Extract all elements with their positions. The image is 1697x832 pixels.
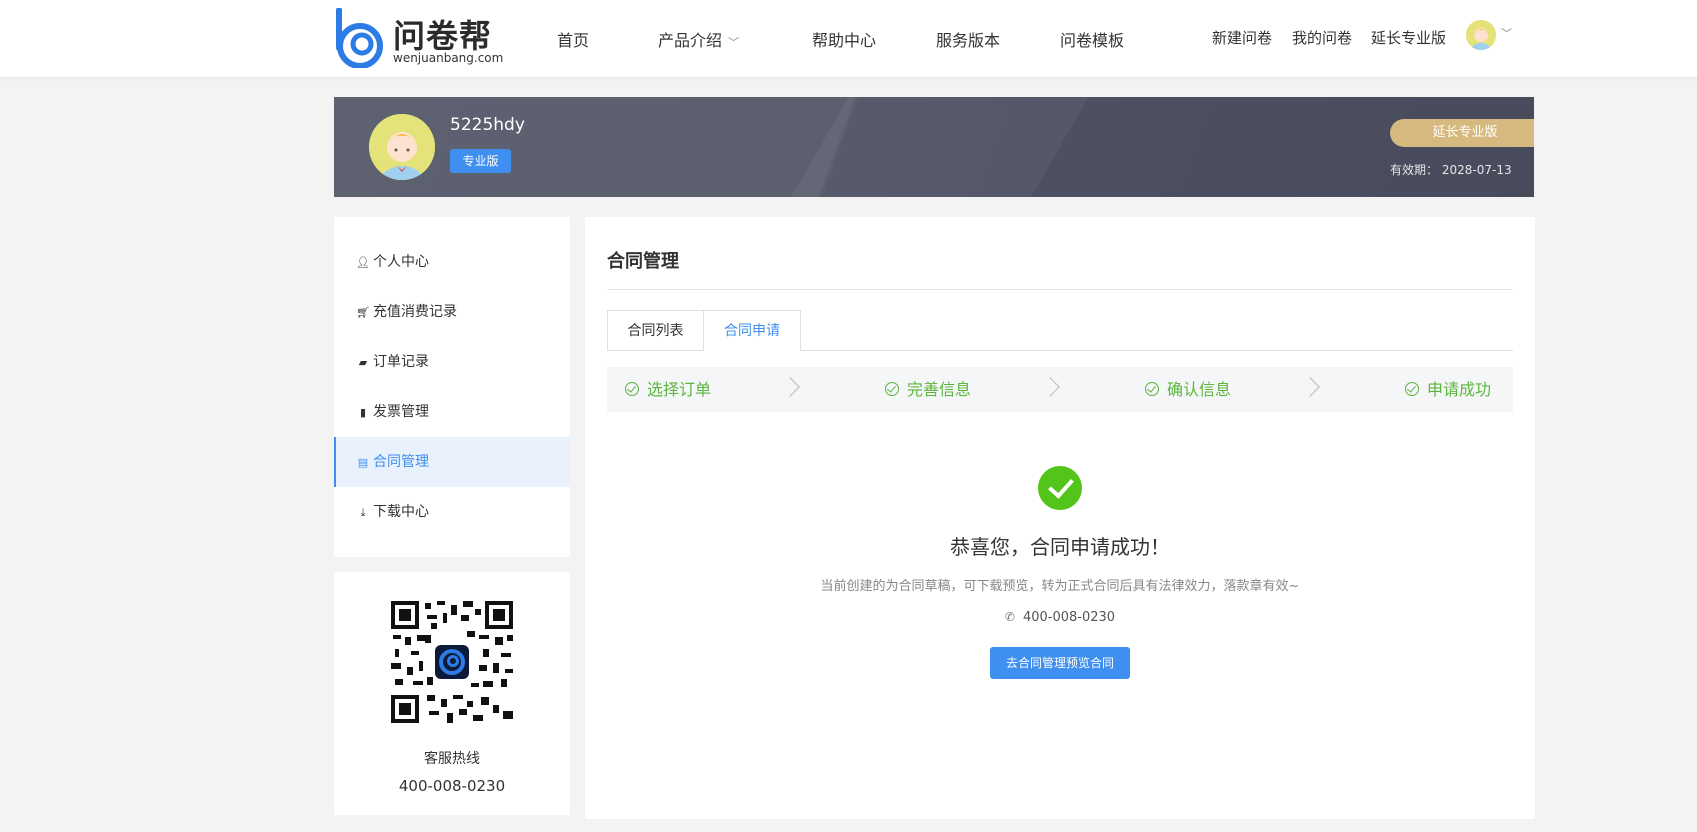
preview-contract-button[interactable]: 去合同管理预览合同 xyxy=(990,647,1130,679)
check-circle-icon xyxy=(625,382,639,396)
new-survey-link[interactable]: 新建问卷 xyxy=(1212,27,1272,48)
sidebar-item-label: 合同管理 xyxy=(373,454,429,470)
customer-service-card: 客服热线 400-008-0230 xyxy=(334,572,570,815)
download-icon: ⤓ xyxy=(360,506,366,519)
nav-service-version[interactable]: 服务版本 xyxy=(936,27,1000,51)
sidebar-item-contract-management[interactable]: ▤ 合同管理 xyxy=(334,437,570,487)
sidebar-item-label: 充值消费记录 xyxy=(373,304,457,320)
extend-pro-link[interactable]: 延长专业版 xyxy=(1371,27,1446,48)
contact-phone-number: 400-008-0230 xyxy=(1022,610,1116,625)
sidebar-item-personal-center[interactable]: 👤︎ 个人中心 xyxy=(334,237,570,287)
extend-pro-button[interactable]: 延长专业版 xyxy=(1390,119,1534,147)
step-label: 确认信息 xyxy=(1167,380,1232,399)
sidebar-item-order-records[interactable]: ▰ 订单记录 xyxy=(334,337,570,387)
logo[interactable]: 问卷帮 wenjuanbang.com xyxy=(333,8,503,68)
cart-icon: 🛒︎ xyxy=(356,306,370,319)
top-header: 问卷帮 wenjuanbang.com 首页 产品介绍 ﹀ 帮助中心 服务版本 问… xyxy=(0,0,1697,77)
logo-icon xyxy=(336,8,383,68)
document-icon: ▤ xyxy=(357,456,369,469)
step-select-order: 选择订单 xyxy=(625,367,711,412)
ticket-icon: ▰ xyxy=(358,356,368,369)
contact-phone: ✆ 400-008-0230 xyxy=(585,610,1535,625)
username: 5225hdy xyxy=(450,115,525,135)
tab-contract-list[interactable]: 合同列表 xyxy=(607,310,704,351)
nav-product-intro-label: 产品介绍 xyxy=(658,31,723,50)
progress-steps: 选择订单 完善信息 确认信息 申请成功 xyxy=(607,367,1513,412)
check-circle-icon xyxy=(1145,382,1159,396)
check-circle-icon xyxy=(1405,382,1419,396)
sidebar-item-label: 下载中心 xyxy=(373,504,429,520)
step-label: 选择订单 xyxy=(647,380,712,399)
nav-home[interactable]: 首页 xyxy=(557,27,589,51)
chevron-down-icon: ﹀ xyxy=(728,36,740,49)
step-apply-success: 申请成功 xyxy=(1405,367,1491,412)
clipboard-icon: ▮ xyxy=(359,406,367,419)
profile-avatar xyxy=(369,114,435,180)
sidebar-item-label: 订单记录 xyxy=(373,354,429,370)
validity-label: 有效期： xyxy=(1390,163,1439,177)
qr-code xyxy=(391,601,513,723)
success-check-icon xyxy=(1038,466,1082,510)
my-surveys-link[interactable]: 我的问卷 xyxy=(1292,27,1352,48)
sidebar-item-recharge-records[interactable]: 🛒︎ 充值消费记录 xyxy=(334,287,570,337)
banner-decoration xyxy=(756,97,1112,197)
sidebar-item-invoice-management[interactable]: ▮ 发票管理 xyxy=(334,387,570,437)
step-label: 完善信息 xyxy=(907,380,972,399)
page-title: 合同管理 xyxy=(607,251,679,272)
logo-domain: wenjuanbang.com xyxy=(393,51,504,65)
avatar-face-icon xyxy=(369,114,435,180)
step-complete-info: 完善信息 xyxy=(885,367,971,412)
tab-contract-apply[interactable]: 合同申请 xyxy=(703,310,801,351)
chevron-down-icon[interactable]: ﹀ xyxy=(1501,25,1512,41)
nav-survey-templates[interactable]: 问卷模板 xyxy=(1060,27,1124,51)
hotline-number: 400-008-0230 xyxy=(398,777,506,795)
nav-product-intro[interactable]: 产品介绍 ﹀ xyxy=(658,27,739,51)
user-icon: 👤︎ xyxy=(356,256,370,269)
phone-icon: ✆ xyxy=(1004,610,1015,624)
sidebar-item-label: 个人中心 xyxy=(373,254,429,270)
main-panel: 合同管理 合同列表 合同申请 选择订单 完善信息 确认信息 申请成功 恭喜您，合… xyxy=(585,217,1535,819)
user-avatar[interactable] xyxy=(1466,20,1496,50)
check-circle-icon xyxy=(885,382,899,396)
validity-date: 2028-07-13 xyxy=(1441,163,1512,177)
avatar-face-icon xyxy=(1466,20,1496,50)
sidebar-item-label: 发票管理 xyxy=(373,404,429,420)
step-confirm-info: 确认信息 xyxy=(1145,367,1231,412)
hotline-label: 客服热线 xyxy=(424,751,480,767)
chevron-right-icon xyxy=(1040,377,1060,397)
profile-banner: 5225hdy 专业版 延长专业版 有效期： 2028-07-13 xyxy=(334,97,1534,197)
chevron-right-icon xyxy=(780,377,800,397)
plan-badge: 专业版 xyxy=(450,149,511,173)
divider xyxy=(607,289,1513,290)
step-label: 申请成功 xyxy=(1427,380,1492,399)
success-description: 当前创建的为合同草稿，可下载预览，转为正式合同后具有法律效力，落款章有效~ xyxy=(820,579,1300,594)
nav-help-center[interactable]: 帮助中心 xyxy=(812,27,876,51)
sidebar-item-download-center[interactable]: ⤓ 下载中心 xyxy=(334,487,570,537)
validity-info: 有效期： 2028-07-13 xyxy=(1390,161,1512,178)
sidebar-menu: 👤︎ 个人中心 🛒︎ 充值消费记录 ▰ 订单记录 ▮ 发票管理 ▤ 合同管理 ⤓ 下载中心 xyxy=(334,217,570,557)
chevron-right-icon xyxy=(1300,377,1320,397)
success-title: 恭喜您，合同申请成功！ xyxy=(950,535,1170,559)
